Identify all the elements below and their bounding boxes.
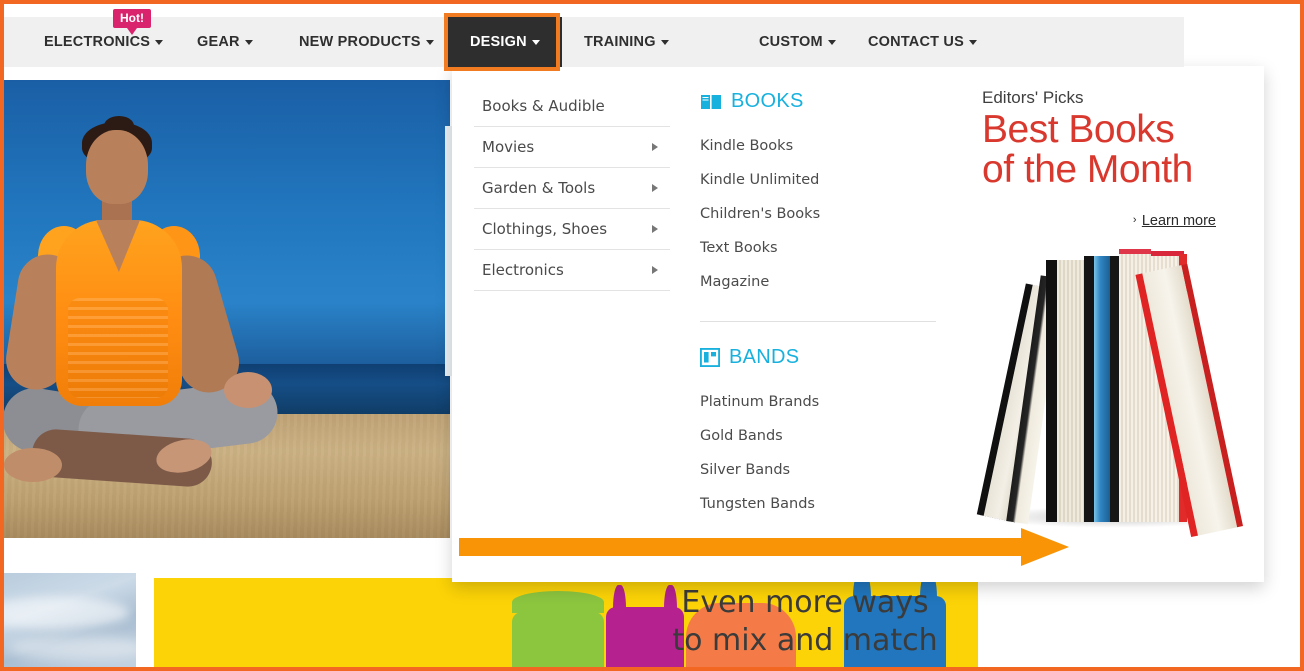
books-photo xyxy=(962,248,1252,548)
chevron-right-icon xyxy=(652,142,658,151)
chevron-down-icon xyxy=(425,39,434,45)
link-tungsten-bands[interactable]: Tungsten Bands xyxy=(700,487,936,521)
learn-more-link[interactable]: › Learn more xyxy=(1133,213,1216,229)
chevron-down-icon xyxy=(155,39,164,45)
chevron-down-icon xyxy=(968,39,977,45)
nav-item-new-products[interactable]: NEW PRODUCTS xyxy=(299,17,434,67)
promo-sky-thumbnail[interactable] xyxy=(4,573,136,667)
link-silver-bands[interactable]: Silver Bands xyxy=(700,453,936,487)
category-item-movies[interactable]: Movies xyxy=(474,127,670,168)
main-navbar: ELECTRONICS GEAR NEW PRODUCTS DESIGN TRA… xyxy=(4,17,1184,67)
book-blue-spine xyxy=(1094,256,1110,522)
promo-title-line-1: Best Books xyxy=(982,108,1175,151)
chevron-right-icon: › xyxy=(1132,214,1137,226)
dropdown-category-list: Books & Audible Movies Garden & Tools Cl… xyxy=(474,86,670,291)
nav-label: CONTACT US xyxy=(868,34,964,50)
hero-slider-image[interactable] xyxy=(4,80,450,538)
design-mega-dropdown: Books & Audible Movies Garden & Tools Cl… xyxy=(452,66,1264,582)
screenshot-root: Even more ways to mix and match Books & … xyxy=(0,0,1304,671)
link-kindle-books[interactable]: Kindle Books xyxy=(700,129,936,163)
chevron-right-icon xyxy=(652,265,658,274)
tank-strap-left xyxy=(613,585,627,643)
tank-yoke xyxy=(512,591,604,614)
nav-item-training[interactable]: TRAINING xyxy=(584,17,669,67)
nav-item-gear[interactable]: GEAR xyxy=(197,17,253,67)
promo-title-line-2: of the Month xyxy=(982,148,1193,191)
category-item-garden-tools[interactable]: Garden & Tools xyxy=(474,168,670,209)
nav-label: CUSTOM xyxy=(759,34,823,50)
banner-line-1: Even more ways xyxy=(681,585,929,620)
book-black-spine-3 xyxy=(1110,256,1119,522)
promo-yellow-banner[interactable]: Even more ways to mix and match xyxy=(154,578,978,667)
hot-badge: Hot! xyxy=(113,9,151,35)
nav-label: GEAR xyxy=(197,34,240,50)
section-title: BANDS xyxy=(729,346,800,368)
tank-top-green xyxy=(512,591,604,667)
chevron-right-icon xyxy=(652,224,658,233)
nav-label: NEW PRODUCTS xyxy=(299,34,421,50)
nav-item-custom[interactable]: CUSTOM xyxy=(759,17,836,67)
mega-columns: Books & Audible Movies Garden & Tools Cl… xyxy=(452,66,1264,582)
chevron-down-icon xyxy=(660,39,669,45)
category-label: Clothings, Shoes xyxy=(482,220,608,238)
dropdown-link-column: BOOKS Kindle Books Kindle Unlimited Chil… xyxy=(700,90,936,521)
promo-banner-text: Even more ways to mix and match xyxy=(640,584,970,660)
link-platinum-brands[interactable]: Platinum Brands xyxy=(700,385,936,419)
link-gold-bands[interactable]: Gold Bands xyxy=(700,419,936,453)
chevron-down-icon xyxy=(531,39,540,45)
nav-label: DESIGN xyxy=(470,34,527,50)
category-label: Garden & Tools xyxy=(482,179,596,197)
chevron-down-icon xyxy=(827,39,836,45)
yoga-foot-left xyxy=(4,448,62,482)
category-item-electronics[interactable]: Electronics xyxy=(474,250,670,291)
promo-kicker: Editors' Picks xyxy=(982,88,1084,107)
category-item-clothings-shoes[interactable]: Clothings, Shoes xyxy=(474,209,670,250)
annotation-arrow xyxy=(459,528,1069,566)
section-title: BOOKS xyxy=(731,90,804,112)
learn-more-label: Learn more xyxy=(1141,213,1216,229)
link-kindle-unlimited[interactable]: Kindle Unlimited xyxy=(700,163,936,197)
dropdown-promo-panel[interactable]: Editors' Picks Best Books of the Month ›… xyxy=(952,88,1252,578)
category-label: Electronics xyxy=(482,261,564,279)
nav-item-contact-us[interactable]: CONTACT US xyxy=(868,17,977,67)
book-black-spine xyxy=(1046,260,1057,522)
section-divider xyxy=(700,321,936,322)
yoga-hand-right xyxy=(224,372,272,408)
page-content: Even more ways to mix and match Books & … xyxy=(4,4,1300,667)
bands-link-list: Platinum Brands Gold Bands Silver Bands … xyxy=(700,385,936,521)
chevron-right-icon xyxy=(652,183,658,192)
cloud-shape xyxy=(8,635,136,661)
category-item-books-audible[interactable]: Books & Audible xyxy=(474,86,670,127)
link-magazine[interactable]: Magazine xyxy=(700,265,936,299)
book-icon xyxy=(700,93,722,111)
section-header-bands: BANDS xyxy=(700,346,936,369)
chevron-down-icon xyxy=(244,39,253,45)
yoga-head xyxy=(86,130,148,204)
category-label: Books & Audible xyxy=(482,97,605,115)
books-link-list: Kindle Books Kindle Unlimited Children's… xyxy=(700,129,936,299)
grid-panel-icon xyxy=(700,348,720,367)
book-cream-1 xyxy=(1057,260,1084,522)
banner-line-2: to mix and match xyxy=(672,623,938,658)
tank-body xyxy=(512,611,604,667)
link-childrens-books[interactable]: Children's Books xyxy=(700,197,936,231)
nav-item-design[interactable]: DESIGN xyxy=(448,17,562,67)
cloud-shape xyxy=(4,597,130,629)
link-text-books[interactable]: Text Books xyxy=(700,231,936,265)
book-black-spine-2 xyxy=(1084,256,1094,522)
yoga-top-pleats xyxy=(68,298,168,398)
nav-label: TRAINING xyxy=(584,34,656,50)
nav-label: ELECTRONICS xyxy=(44,34,151,50)
category-label: Movies xyxy=(482,138,535,156)
section-header-books: BOOKS xyxy=(700,90,936,113)
hero-yoga-woman xyxy=(4,116,338,522)
